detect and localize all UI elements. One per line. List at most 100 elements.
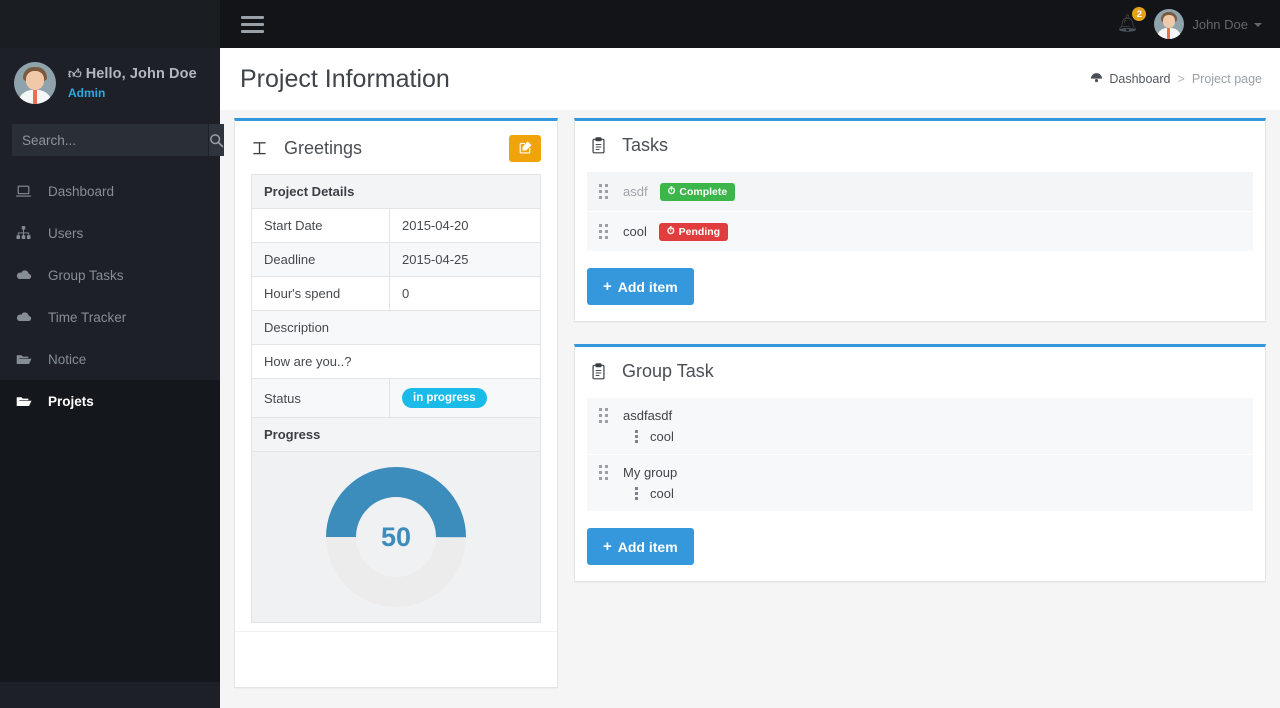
- sidebar-filler: [0, 422, 220, 682]
- user-menu-button[interactable]: John Doe: [1192, 17, 1262, 32]
- add-item-label: Add item: [617, 538, 678, 555]
- clipboard-icon: [591, 363, 606, 380]
- notification-badge: 2: [1131, 6, 1148, 22]
- row-label: Hour's spend: [251, 276, 390, 311]
- user-name-label: John Doe: [1192, 16, 1248, 32]
- dashboard-icon: [1090, 72, 1103, 86]
- group-sub-item-label: cool: [650, 429, 674, 444]
- menu-toggle-button[interactable]: [220, 12, 280, 37]
- task-row[interactable]: asdf ⏱︎ Complete: [587, 172, 1253, 212]
- greetings-body: Project Details Start Date 2015-04-20 De…: [235, 174, 557, 631]
- vertical-dots-icon[interactable]: [635, 487, 638, 500]
- sidebar-top-spacer: [0, 0, 220, 48]
- table-row: Hour's spend 0: [251, 276, 541, 311]
- status-badge: ⏱︎ Pending: [658, 222, 729, 241]
- drag-handle-icon[interactable]: [599, 465, 609, 480]
- add-item-button[interactable]: + Add item: [587, 528, 694, 565]
- sidebar-item-label: Users: [48, 225, 84, 241]
- sidebar-greeting-text: Hello, John Doe: [85, 66, 197, 82]
- donut-chart: 50: [325, 466, 467, 608]
- group-name: My group: [623, 465, 678, 480]
- sidebar-user-role: Admin: [68, 86, 106, 100]
- sidebar-user-block: 👍︎ Hello, John Doe Admin: [0, 48, 220, 118]
- tasks-header: Tasks: [575, 121, 1265, 168]
- tasks-portlet: Tasks asdf ⏱︎ Complete cool ⏱︎ Pending +…: [574, 118, 1266, 322]
- add-item-button[interactable]: + Add item: [587, 268, 694, 305]
- table-row-header: Progress: [251, 417, 541, 452]
- folder-open-icon: [16, 353, 38, 366]
- laptop-icon: [16, 185, 38, 198]
- page-header: Project Information Dashboard > Project …: [220, 48, 1280, 110]
- row-value: 2015-04-20: [389, 208, 541, 243]
- row-value: 2015-04-25: [389, 242, 541, 277]
- group-name: asdfasdf: [623, 408, 673, 423]
- cloud-icon: [16, 269, 38, 281]
- progress-chart: 50: [252, 452, 540, 622]
- breadcrumb-dashboard-link[interactable]: Dashboard: [1109, 72, 1170, 86]
- group-sub-item-label: cool: [650, 486, 674, 501]
- sidebar-item-time-tracker[interactable]: Time Tracker: [0, 296, 220, 338]
- table-row: Status in progress: [251, 378, 541, 418]
- group-row-main: asdfasdf: [599, 408, 1241, 423]
- group-row[interactable]: asdfasdf cool: [587, 398, 1253, 455]
- greetings-header: Greetings: [235, 121, 557, 174]
- notifications-button[interactable]: 🔔︎ 2: [1117, 6, 1148, 34]
- sidebar-item-users[interactable]: Users: [0, 212, 220, 254]
- sidebar-search[interactable]: [12, 124, 224, 156]
- sidebar-item-dashboard[interactable]: Dashboard: [0, 170, 220, 212]
- table-row: Start Date 2015-04-20: [251, 208, 541, 243]
- sidebar-item-projets[interactable]: Projets: [0, 380, 220, 422]
- hamburger-icon: [241, 29, 264, 33]
- donut-center-label: 50: [380, 521, 412, 552]
- sidebar-item-label: Projets: [48, 393, 94, 409]
- drag-handle-icon[interactable]: [599, 408, 609, 423]
- sidebar-item-label: Notice: [48, 351, 87, 367]
- text-height-icon: [251, 140, 268, 157]
- task-name: asdf: [623, 184, 648, 199]
- drag-handle-icon[interactable]: [599, 224, 609, 239]
- tasks-list: asdf ⏱︎ Complete cool ⏱︎ Pending: [575, 168, 1265, 252]
- drag-handle-icon[interactable]: [599, 184, 609, 199]
- add-item-label: Add item: [617, 278, 678, 295]
- progress-cell: 50: [251, 451, 541, 623]
- group-sub-item[interactable]: cool: [635, 429, 1241, 444]
- sidebar-item-label: Dashboard: [48, 183, 115, 199]
- group-task-title: Group Task: [622, 361, 714, 381]
- sidebar-item-notice[interactable]: Notice: [0, 338, 220, 380]
- topbar: 🔔︎ 2 John Doe: [220, 0, 1280, 48]
- page-title: Project Information: [240, 64, 450, 93]
- edit-button[interactable]: [509, 135, 541, 162]
- breadcrumb: Dashboard > Project page: [1090, 72, 1262, 86]
- sidebar-item-label: Time Tracker: [48, 309, 127, 325]
- clock-icon: ⏱︎: [667, 186, 676, 197]
- portlet-gap: [574, 322, 1266, 344]
- hamburger-icon: [241, 22, 264, 26]
- breadcrumb-separator: >: [1177, 72, 1185, 86]
- group-sub-item[interactable]: cool: [635, 486, 1241, 501]
- group-task-portlet: Group Task asdfasdf cool My group cool +…: [574, 344, 1266, 582]
- task-name: cool: [623, 224, 647, 239]
- group-row-main: My group: [599, 465, 1241, 480]
- sidebar-greeting: 👍︎ Hello, John Doe: [68, 66, 197, 82]
- vertical-dots-icon[interactable]: [635, 430, 638, 443]
- project-details-table: Project Details Start Date 2015-04-20 De…: [251, 174, 541, 623]
- topbar-right: 🔔︎ 2 John Doe: [1117, 6, 1280, 39]
- sidebar-nav: Dashboard Users Group Tasks Time Tracker…: [0, 170, 220, 422]
- status-badge-label: Complete: [679, 185, 728, 198]
- sidebar-item-group-tasks[interactable]: Group Tasks: [0, 254, 220, 296]
- clock-icon: ⏱︎: [666, 226, 675, 237]
- group-row[interactable]: My group cool: [587, 455, 1253, 512]
- avatar: [14, 62, 56, 104]
- plus-icon: +: [603, 278, 612, 295]
- avatar[interactable]: [1154, 9, 1185, 39]
- sidebar: 👍︎ Hello, John Doe Admin Search... Dashb…: [0, 0, 224, 708]
- task-row[interactable]: cool ⏱︎ Pending: [587, 212, 1253, 252]
- table-row-header: Project Details: [251, 174, 541, 209]
- status-cell: in progress: [389, 378, 541, 418]
- app-root: 👍︎ Hello, John Doe Admin Search... Dashb…: [0, 0, 1280, 708]
- search-input[interactable]: [12, 124, 209, 156]
- group-task-list: asdfasdf cool My group cool: [575, 394, 1265, 512]
- table-row-progress: 50: [251, 451, 541, 623]
- thumbs-up-icon: 👍︎: [68, 66, 82, 81]
- group-task-add-wrap: + Add item: [575, 512, 1265, 581]
